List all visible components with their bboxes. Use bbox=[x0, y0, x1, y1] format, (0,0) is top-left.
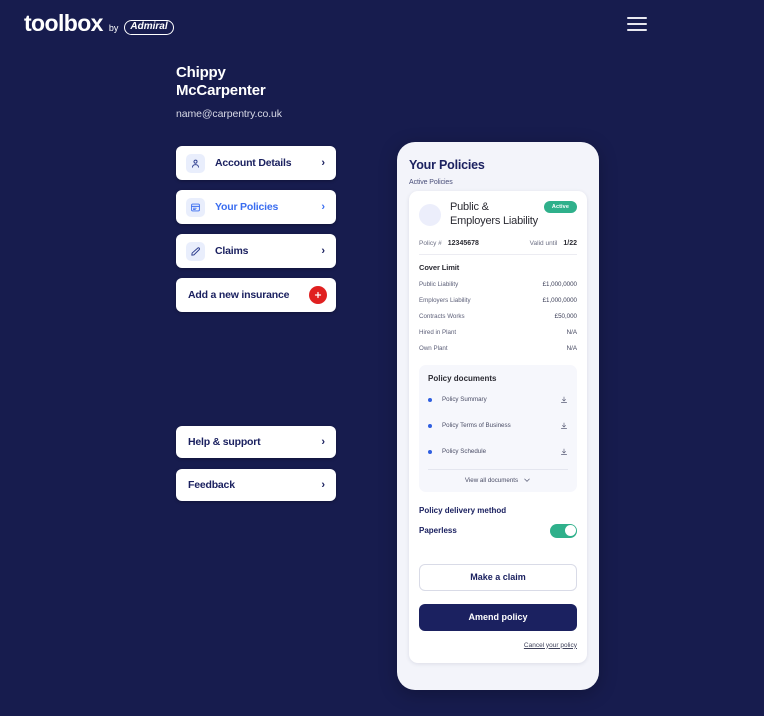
download-icon[interactable] bbox=[560, 391, 568, 409]
cover-limit-heading: Cover Limit bbox=[419, 262, 460, 272]
user-name: Chippy McCarpenter bbox=[176, 64, 336, 99]
sidebar-item-label: Feedback bbox=[188, 479, 235, 491]
cover-limit-label: Public Liability bbox=[419, 280, 459, 288]
cover-limit-label: Own Plant bbox=[419, 344, 448, 352]
policy-documents-section: Policy documents Policy Summary Policy T… bbox=[419, 364, 577, 492]
cover-limit-row: Own Plant N/A bbox=[419, 345, 577, 352]
sidebar-item-claims[interactable]: Claims › bbox=[176, 234, 336, 268]
user-name-line1: Chippy bbox=[176, 64, 226, 81]
cover-limit-value: £1,000,0000 bbox=[542, 280, 577, 288]
hamburger-bar bbox=[627, 28, 647, 31]
sidebar-item-help-support[interactable]: Help & support › bbox=[176, 426, 336, 458]
cover-limit-label: Hired in Plant bbox=[419, 328, 457, 336]
add-new-insurance-label: Add a new insurance bbox=[188, 289, 290, 301]
chevron-right-icon: › bbox=[321, 201, 325, 213]
policy-name-line1: Public & bbox=[450, 201, 489, 213]
brand-name: toolbox bbox=[24, 10, 103, 36]
top-bar: toolbox by Admiral bbox=[0, 0, 764, 48]
brand-partner-badge: Admiral bbox=[124, 20, 174, 35]
user-summary: Chippy McCarpenter name@carpentry.co.uk bbox=[176, 64, 336, 120]
document-name: Policy Schedule bbox=[442, 448, 487, 455]
toggle-knob bbox=[564, 525, 576, 536]
document-row[interactable]: Policy Terms of Business bbox=[428, 417, 568, 435]
cover-limit-label: Employers Liability bbox=[419, 296, 471, 304]
user-name-line2: McCarpenter bbox=[176, 81, 266, 99]
chevron-right-icon: › bbox=[321, 436, 325, 448]
policy-number-value: 12345678 bbox=[447, 239, 479, 247]
pencil-icon bbox=[186, 241, 205, 261]
document-row[interactable]: Policy Summary bbox=[428, 391, 568, 409]
page-title: Your Policies bbox=[409, 158, 485, 172]
valid-until-value: 1/22 bbox=[563, 239, 577, 247]
sidebar-item-feedback[interactable]: Feedback › bbox=[176, 469, 336, 501]
policy-card: Public & Employers Liability Active Poli… bbox=[409, 191, 587, 663]
policy-name-line2: Employers Liability bbox=[450, 214, 538, 227]
user-email: name@carpentry.co.uk bbox=[176, 108, 282, 121]
hamburger-icon[interactable] bbox=[627, 17, 647, 31]
bullet-icon bbox=[428, 397, 432, 402]
document-name: Policy Terms of Business bbox=[442, 422, 511, 429]
amend-policy-button[interactable]: Amend policy bbox=[419, 603, 577, 631]
bullet-icon bbox=[428, 423, 432, 428]
sidebar-item-label: Help & support bbox=[188, 436, 261, 448]
policy-card-header: Public & Employers Liability Active bbox=[419, 201, 577, 229]
make-a-claim-button[interactable]: Make a claim bbox=[419, 563, 577, 591]
document-row[interactable]: Policy Schedule bbox=[428, 443, 568, 461]
panel-subtitle: Active Policies bbox=[409, 179, 453, 186]
app-root: toolbox by Admiral Chippy McCarpenter na… bbox=[0, 0, 764, 716]
cover-limit-row: Employers Liability £1,000,0000 bbox=[419, 297, 577, 304]
cover-limit-label: Contracts Works bbox=[419, 312, 465, 320]
sidebar-item-label: Claims bbox=[215, 245, 249, 257]
plus-icon[interactable] bbox=[309, 286, 327, 304]
sidebar-item-your-policies[interactable]: Your Policies › bbox=[176, 190, 336, 224]
policy-meta-row: Policy # 12345678 Valid until 1/22 bbox=[419, 240, 577, 255]
valid-until-label: Valid until bbox=[529, 239, 558, 247]
policy-avatar bbox=[419, 204, 441, 226]
cancel-policy-link[interactable]: Cancel your policy bbox=[419, 642, 577, 649]
hamburger-bar bbox=[627, 17, 647, 20]
policy-documents-heading: Policy documents bbox=[428, 373, 497, 383]
cover-limit-row: Hired in Plant N/A bbox=[419, 329, 577, 336]
cover-limit-value: £1,000,0000 bbox=[542, 296, 577, 304]
cover-limit-value: N/A bbox=[566, 344, 577, 352]
policy-panel: Your Policies Active Policies Public & E… bbox=[397, 142, 599, 690]
chevron-right-icon: › bbox=[321, 479, 325, 491]
policy-number-label: Policy # bbox=[419, 239, 442, 247]
chevron-right-icon: › bbox=[321, 245, 325, 257]
chevron-right-icon: › bbox=[321, 157, 325, 169]
sidebar-item-label: Account Details bbox=[215, 157, 292, 169]
cover-limit-value: £50,000 bbox=[554, 312, 577, 320]
sidebar-nav: Account Details › Your Policies › Claims… bbox=[176, 146, 336, 312]
brand-logo[interactable]: toolbox by Admiral bbox=[24, 12, 174, 35]
view-all-documents-button[interactable]: View all documents bbox=[428, 468, 568, 486]
user-icon bbox=[186, 153, 205, 173]
download-icon[interactable] bbox=[560, 417, 568, 435]
chevron-down-icon bbox=[523, 476, 531, 486]
document-name: Policy Summary bbox=[442, 396, 487, 403]
paperless-label: Paperless bbox=[419, 526, 457, 535]
cover-limit-row: Contracts Works £50,000 bbox=[419, 313, 577, 320]
delivery-method-heading: Policy delivery method bbox=[419, 505, 507, 515]
paperless-toggle[interactable] bbox=[550, 523, 577, 538]
sidebar-secondary-nav: Help & support › Feedback › bbox=[176, 426, 336, 512]
sidebar-item-account-details[interactable]: Account Details › bbox=[176, 146, 336, 180]
cover-limit-row: Public Liability £1,000,0000 bbox=[419, 281, 577, 288]
sidebar-item-label: Your Policies bbox=[215, 201, 279, 213]
hamburger-bar bbox=[627, 22, 647, 26]
policy-name: Public & Employers Liability bbox=[450, 201, 538, 229]
policy-document-icon bbox=[186, 197, 205, 217]
status-badge: Active bbox=[543, 201, 577, 213]
cover-limit-value: N/A bbox=[566, 328, 577, 336]
brand-by-label: by bbox=[108, 23, 119, 33]
bullet-icon bbox=[428, 449, 432, 454]
add-new-insurance-button[interactable]: Add a new insurance bbox=[176, 278, 336, 312]
download-icon[interactable] bbox=[560, 443, 568, 461]
view-all-documents-label: View all documents bbox=[464, 477, 519, 484]
delivery-method-row: Paperless bbox=[419, 523, 577, 538]
